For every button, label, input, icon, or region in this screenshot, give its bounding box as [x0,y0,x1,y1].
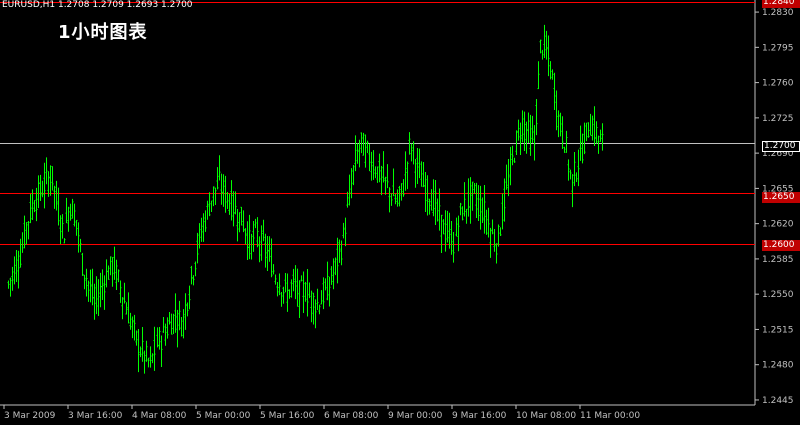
x-tick-label: 4 Mar 08:00 [132,411,187,421]
x-tick-label: 5 Mar 00:00 [196,411,251,421]
y-tick-label: 1.2445 [762,396,794,406]
y-tick-label: 1.2795 [762,43,794,53]
x-tick-label: 9 Mar 00:00 [388,411,443,421]
chart-window[interactable]: 1.2830 1.2795 1.2760 1.2725 1.2690 1.2655 1.26… [0,0,800,425]
x-tick-label: 6 Mar 08:00 [324,411,379,421]
top-line-price-tag: 1.2840 [762,0,800,8]
chart-label: 1小时图表 [58,22,148,43]
y-tick-label: 1.2725 [762,114,794,124]
y-tick-label: 1.2585 [762,255,794,265]
x-tick-label: 10 Mar 08:00 [516,411,576,421]
y-tick-label: 1.2760 [762,79,794,89]
level-2-price-tag: 1.2600 [762,240,800,251]
x-tick-label: 3 Mar 2009 [4,411,56,421]
x-tick-label: 9 Mar 16:00 [452,411,507,421]
y-tick-label: 1.2515 [762,325,794,335]
y-tick-label: 1.2480 [762,361,794,371]
x-tick-label: 3 Mar 16:00 [68,411,123,421]
symbol-header: EURUSD,H1 1.2708 1.2709 1.2693 1.2700 [2,0,193,10]
price-chart[interactable]: 1.28301.27951.27601.27251.26901.26551.26… [0,0,800,425]
x-tick-label: 5 Mar 16:00 [260,411,315,421]
y-tick-label: 1.2550 [762,290,794,300]
level-1-price-tag: 1.2650 [762,192,800,203]
y-tick-label: 1.2620 [762,220,794,230]
y-tick-label: 1.2830 [762,8,794,18]
x-tick-label: 11 Mar 00:00 [580,411,640,421]
current-price-tag: 1.2700 [762,141,800,152]
